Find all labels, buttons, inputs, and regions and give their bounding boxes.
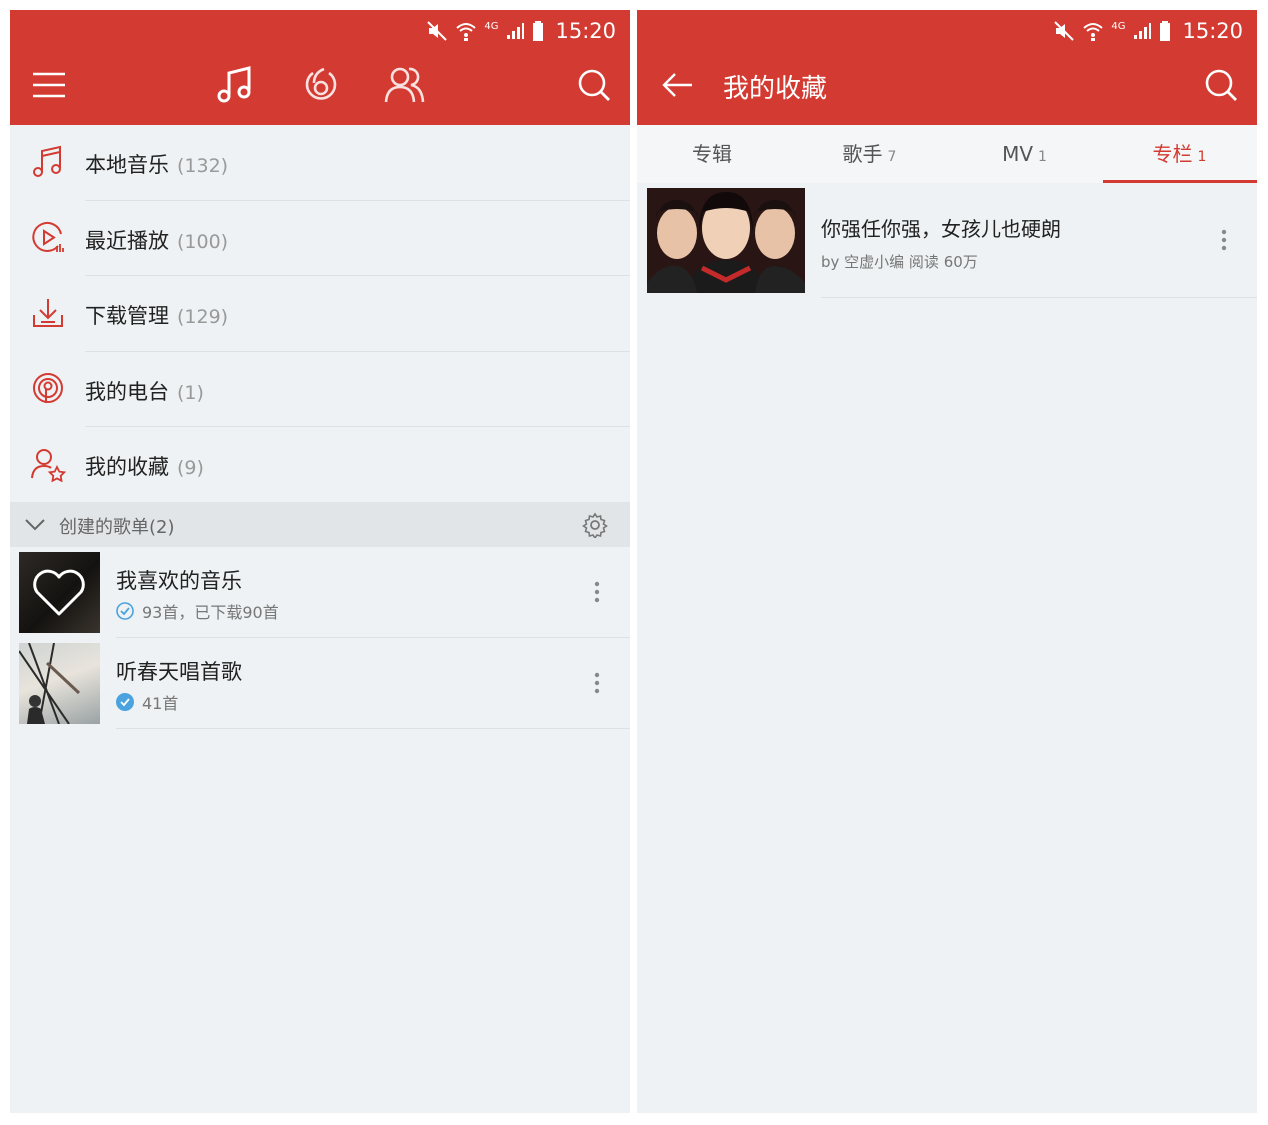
mute-icon bbox=[427, 21, 448, 41]
tab-artists[interactable]: 歌手 7 bbox=[792, 125, 947, 183]
column-subtitle: by 空虚小编 阅读 60万 bbox=[821, 253, 978, 271]
menu-item-label: 本地音乐 bbox=[85, 153, 169, 177]
friends-tab-icon[interactable] bbox=[383, 65, 427, 105]
column-list-item[interactable]: 你强任你强，女孩儿也硬朗 by 空虚小编 阅读 60万 bbox=[637, 183, 1257, 298]
tab-columns[interactable]: 专栏 1 bbox=[1102, 125, 1257, 183]
tab-label: MV bbox=[1002, 142, 1033, 166]
playlist-cover bbox=[19, 643, 100, 724]
menu-item-label: 最近播放 bbox=[85, 228, 169, 253]
tab-mv[interactable]: MV 1 bbox=[947, 125, 1102, 183]
tab-label: 专栏 bbox=[1152, 142, 1193, 166]
phone-screen-my-music: 4G 15:20 本地音乐 (132) 最近播放 (100) 下载管理 (129) bbox=[10, 10, 630, 1113]
signal-icon bbox=[507, 23, 525, 39]
user-star-icon bbox=[31, 449, 66, 482]
playlist-name: 我喜欢的音乐 bbox=[116, 569, 242, 593]
divider bbox=[821, 297, 1257, 298]
cover-photo-image bbox=[647, 188, 805, 293]
recent-play-icon bbox=[32, 221, 64, 252]
menu-item-count: (9) bbox=[177, 457, 204, 479]
status-time: 15:20 bbox=[1182, 19, 1243, 43]
section-title: 创建的歌单(2) bbox=[59, 517, 175, 538]
menu-item-count: (129) bbox=[177, 306, 229, 328]
menu-item-my-favorites[interactable]: 我的收藏 (9) bbox=[10, 427, 630, 503]
menu-item-count: (100) bbox=[177, 230, 229, 253]
menu-item-label: 我的电台 bbox=[85, 379, 169, 404]
menu-item-local-music[interactable]: 本地音乐 (132) bbox=[10, 125, 630, 201]
search-icon[interactable] bbox=[1204, 68, 1238, 102]
network-type-label: 4G bbox=[484, 20, 499, 32]
heart-icon bbox=[33, 569, 85, 616]
column-title: 你强任你强，女孩儿也硬朗 bbox=[821, 217, 1061, 241]
tab-count: 7 bbox=[887, 149, 897, 165]
playlist-item-spring[interactable]: 听春天唱首歌 41首 bbox=[10, 638, 630, 729]
column-cover-image bbox=[647, 188, 805, 293]
music-tab-icon[interactable] bbox=[215, 65, 255, 105]
menu-item-count: (1) bbox=[177, 381, 204, 404]
more-vertical-icon[interactable] bbox=[594, 581, 600, 603]
playlist-item-liked[interactable]: 我喜欢的音乐 93首，已下载90首 bbox=[10, 547, 630, 638]
discover-tab-icon[interactable] bbox=[300, 65, 340, 105]
gear-icon[interactable] bbox=[582, 512, 608, 538]
menu-item-my-radio[interactable]: 我的电台 (1) bbox=[10, 352, 630, 427]
playlist-subtitle: 41首 bbox=[142, 694, 179, 713]
wifi-icon bbox=[456, 23, 477, 41]
status-bar: 4G 15:20 bbox=[426, 16, 616, 46]
tab-count: 1 bbox=[1038, 149, 1047, 165]
status-time: 15:20 bbox=[555, 19, 616, 43]
menu-item-recent-play[interactable]: 最近播放 (100) bbox=[10, 201, 630, 276]
back-arrow-icon[interactable] bbox=[662, 72, 694, 98]
more-vertical-icon[interactable] bbox=[594, 672, 600, 694]
playlist-subtitle: 93首，已下载90首 bbox=[142, 603, 279, 622]
playlist-cover bbox=[19, 552, 100, 633]
battery-icon bbox=[1160, 21, 1171, 41]
check-circle-filled-icon bbox=[116, 693, 134, 711]
battery-icon bbox=[533, 21, 544, 41]
phone-screen-my-favorites: 4G 15:20 我的收藏 专辑 歌手 7 MV 1 专栏 1 你强任你强，女孩… bbox=[637, 10, 1257, 1113]
tab-count: 1 bbox=[1197, 149, 1207, 165]
page-title: 我的收藏 bbox=[723, 74, 828, 104]
chevron-down-icon[interactable] bbox=[24, 514, 46, 534]
app-toolbar: 4G 15:20 我的收藏 bbox=[637, 10, 1257, 125]
network-type-label: 4G bbox=[1111, 20, 1126, 32]
tab-label: 歌手 bbox=[842, 142, 883, 166]
album-art-image bbox=[19, 643, 81, 724]
tab-albums[interactable]: 专辑 bbox=[637, 125, 792, 183]
playlist-name: 听春天唱首歌 bbox=[116, 660, 242, 684]
my-music-menu: 本地音乐 (132) 最近播放 (100) 下载管理 (129) 我的电台 (1) 我的… bbox=[10, 125, 630, 503]
radio-icon bbox=[33, 372, 63, 403]
favorites-tabs: 专辑 歌手 7 MV 1 专栏 1 bbox=[637, 125, 1257, 183]
search-icon[interactable] bbox=[577, 68, 611, 102]
menu-item-downloads[interactable]: 下载管理 (129) bbox=[10, 276, 630, 352]
app-toolbar: 4G 15:20 bbox=[10, 10, 630, 125]
mute-icon bbox=[1054, 21, 1075, 41]
status-bar: 4G 15:20 bbox=[1053, 16, 1243, 46]
more-vertical-icon[interactable] bbox=[1221, 229, 1227, 251]
signal-icon bbox=[1134, 23, 1152, 39]
created-playlists-header[interactable]: 创建的歌单(2) bbox=[10, 502, 630, 547]
menu-item-label: 下载管理 bbox=[85, 304, 169, 328]
music-note-icon bbox=[33, 145, 61, 177]
menu-item-label: 我的收藏 bbox=[85, 455, 169, 479]
download-icon bbox=[33, 299, 63, 327]
check-circle-icon bbox=[116, 602, 134, 620]
tab-label: 专辑 bbox=[692, 142, 732, 166]
menu-icon[interactable] bbox=[32, 72, 66, 98]
divider bbox=[116, 728, 630, 729]
wifi-icon bbox=[1083, 23, 1104, 41]
menu-item-count: (132) bbox=[177, 155, 229, 177]
